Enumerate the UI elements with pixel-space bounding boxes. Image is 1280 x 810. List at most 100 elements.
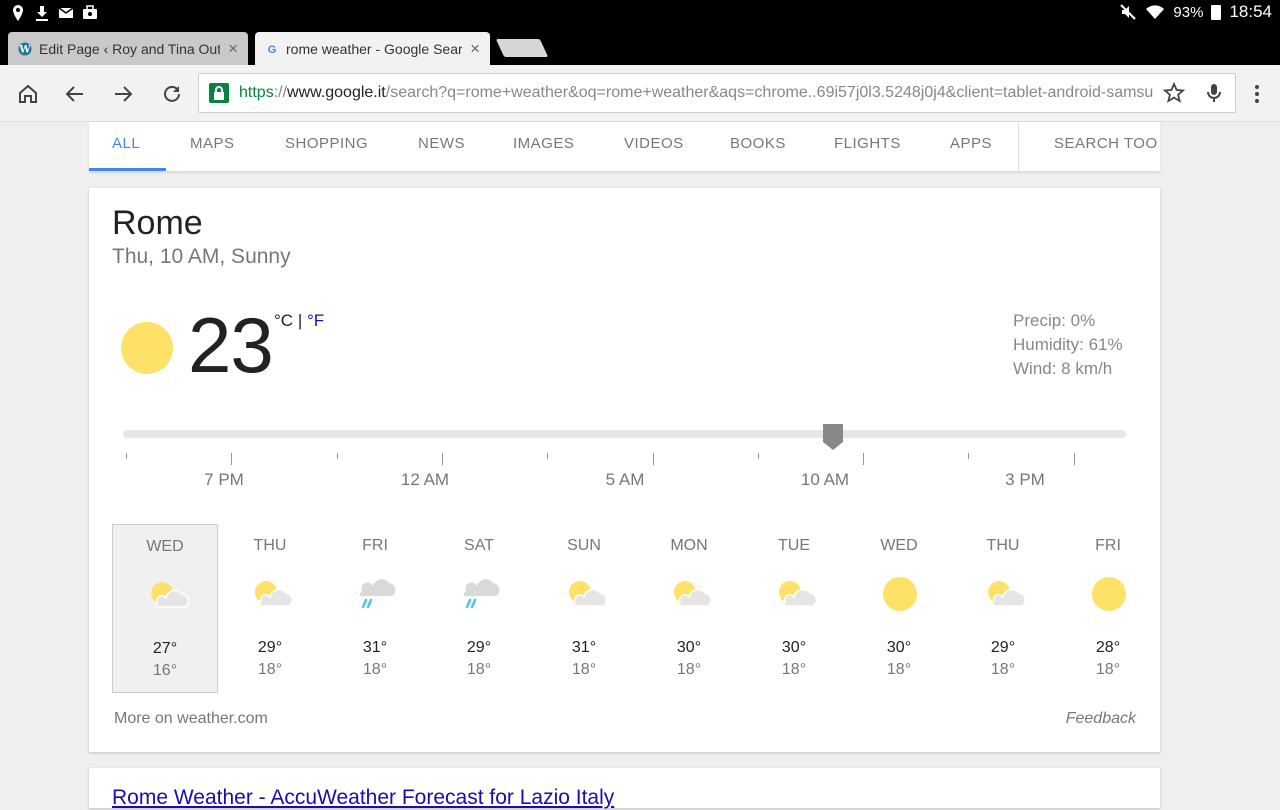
rain-icon	[463, 579, 500, 609]
battery-percent: 93%	[1173, 3, 1204, 21]
mail-icon	[58, 7, 74, 18]
briefcase-icon	[83, 5, 97, 19]
wifi-icon	[1146, 5, 1165, 20]
tab-strip: W Edit Page ‹ Roy and Tina Out × G rome …	[0, 28, 1280, 65]
close-tab-icon[interactable]: ×	[470, 39, 480, 59]
url-path: /search?q=rome+weather&oq=rome+weather&a…	[385, 84, 1154, 101]
forecast-day[interactable]: THU 29° 18°	[950, 524, 1056, 693]
svg-text:W: W	[18, 44, 31, 55]
time-slider-track[interactable]	[123, 430, 1126, 438]
daily-forecast: WED 27° 16° THU 29° 18° FRI 31° 18° SAT 29° 18° SUN 3…	[112, 524, 1137, 694]
forecast-day[interactable]: SAT 29° 18°	[426, 524, 532, 693]
reload-button[interactable]	[159, 81, 185, 107]
day-low-temp: 18°	[886, 661, 912, 678]
tab-videos[interactable]: VIDEOS	[624, 135, 684, 152]
forecast-day[interactable]: THU 29° 18°	[217, 524, 323, 693]
partly-cloudy-icon	[569, 581, 608, 607]
star-icon[interactable]	[1163, 82, 1185, 104]
close-tab-icon[interactable]: ×	[228, 39, 238, 59]
battery-icon	[1211, 4, 1222, 20]
unit-separator: |	[297, 311, 303, 330]
forecast-day[interactable]: FRI 31° 18°	[322, 524, 428, 693]
tab-all[interactable]: ALL	[112, 135, 140, 152]
partly-cloudy-icon	[151, 582, 190, 608]
day-name: WED	[880, 537, 918, 554]
microphone-icon[interactable]	[1203, 82, 1225, 104]
forecast-day[interactable]: WED 27° 16°	[112, 524, 218, 693]
day-low-temp: 18°	[781, 661, 807, 678]
secure-lock-icon[interactable]	[209, 83, 229, 103]
more-vert-icon	[1255, 85, 1259, 103]
tab-title: Edit Page ‹ Roy and Tina Out	[39, 40, 221, 57]
rain-icon	[359, 579, 396, 609]
location-icon	[13, 5, 23, 21]
forecast-day[interactable]: FRI 28° 18°	[1055, 524, 1161, 693]
result-title-link[interactable]: Rome Weather - AccuWeather Forecast for …	[112, 786, 614, 810]
more-weather-link[interactable]: More on weather.com	[114, 710, 268, 728]
current-temperature: 23	[188, 301, 274, 389]
day-high-temp: 31°	[571, 639, 597, 656]
day-low-temp: 18°	[362, 661, 388, 678]
forecast-day[interactable]: MON 30° 18°	[636, 524, 742, 693]
time-label: 12 AM	[400, 470, 450, 489]
menu-button[interactable]	[1244, 81, 1270, 107]
slider-tick	[863, 453, 864, 465]
url-separator: ://	[273, 84, 288, 101]
celsius-unit[interactable]: °C	[274, 311, 293, 330]
time-label: 3 PM	[1005, 470, 1045, 489]
url-text[interactable]: https://www.google.it/search?q=rome+weat…	[239, 84, 1157, 102]
system-status: 93% 18:54	[1119, 2, 1272, 22]
partly-cloudy-icon	[255, 581, 294, 607]
day-high-temp: 30°	[676, 639, 702, 656]
day-low-temp: 18°	[676, 661, 702, 678]
day-name: FRI	[1095, 537, 1121, 554]
slider-tick	[968, 453, 969, 459]
day-name: SUN	[567, 537, 601, 554]
tab-maps[interactable]: MAPS	[190, 135, 235, 152]
tab-books[interactable]: BOOKS	[730, 135, 786, 152]
browser-tab-edit-page[interactable]: W Edit Page ‹ Roy and Tina Out ×	[8, 32, 248, 65]
home-button[interactable]	[15, 81, 41, 107]
url-host: www.google.it	[287, 84, 386, 101]
tab-flights[interactable]: FLIGHTS	[834, 135, 901, 152]
tab-images[interactable]: IMAGES	[513, 135, 574, 152]
time-label: 5 AM	[605, 470, 645, 489]
sun-icon	[1092, 577, 1126, 611]
day-name: SAT	[464, 537, 494, 554]
search-result: Rome Weather - AccuWeather Forecast for …	[89, 768, 1160, 810]
feedback-link[interactable]: Feedback	[1066, 710, 1136, 728]
forecast-day[interactable]: TUE 30° 18°	[741, 524, 847, 693]
tab-apps[interactable]: APPS	[950, 135, 992, 152]
wind: Wind: 8 km/h	[1013, 359, 1113, 378]
day-low-temp: 18°	[990, 661, 1016, 678]
slider-tick	[758, 453, 759, 459]
unit-toggle: °C | °F	[274, 311, 324, 331]
address-bar[interactable]: https://www.google.it/search?q=rome+weat…	[198, 73, 1236, 113]
wordpress-favicon-icon: W	[18, 42, 32, 55]
precipitation: Precip: 0%	[1013, 311, 1096, 330]
sun-icon	[883, 577, 917, 611]
browser-tab-google-search[interactable]: G rome weather - Google Searc ×	[255, 32, 490, 65]
back-button[interactable]	[62, 81, 88, 107]
google-favicon-icon: G	[268, 44, 277, 56]
day-low-temp: 18°	[571, 661, 597, 678]
time-label: 10 AM	[800, 470, 850, 489]
tab-news[interactable]: NEWS	[418, 135, 465, 152]
day-high-temp: 28°	[1095, 639, 1121, 656]
forecast-day[interactable]: WED 30° 18°	[846, 524, 952, 693]
tab-search-tools[interactable]: SEARCH TOO	[1054, 135, 1159, 152]
day-low-temp: 18°	[257, 661, 283, 678]
forecast-day[interactable]: SUN 31° 18°	[531, 524, 637, 693]
time-slider-handle[interactable]	[821, 422, 845, 452]
tab-shopping[interactable]: SHOPPING	[285, 135, 368, 152]
home-icon	[19, 84, 37, 103]
lock-icon	[214, 86, 224, 100]
search-tabs: ALL MAPS SHOPPING NEWS IMAGES VIDEOS BOO…	[89, 122, 1160, 172]
slider-tick	[653, 453, 654, 465]
forward-button[interactable]	[110, 81, 136, 107]
partly-cloudy-icon	[779, 581, 818, 607]
fahrenheit-unit[interactable]: °F	[307, 311, 324, 330]
weather-details: Precip: 0% Humidity: 61% Wind: 8 km/h	[1013, 309, 1123, 381]
new-tab-button[interactable]	[495, 39, 549, 57]
status-bar: 93% 18:54	[0, 0, 1280, 28]
